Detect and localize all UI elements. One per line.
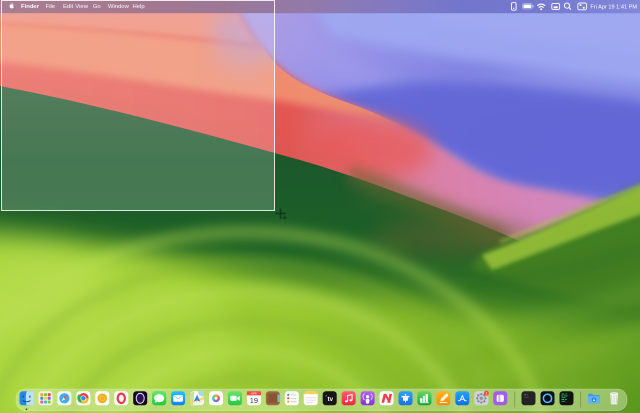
svg-text:tv: tv xyxy=(328,396,334,403)
svg-text:File: File xyxy=(46,4,56,10)
svg-text:Finder: Finder xyxy=(21,4,40,10)
svg-text:1: 1 xyxy=(485,392,487,396)
svg-text:Edit: Edit xyxy=(63,4,74,10)
svg-text:View: View xyxy=(75,4,88,10)
svg-text:19: 19 xyxy=(250,396,258,405)
svg-text:Go: Go xyxy=(93,4,102,10)
svg-text:Window: Window xyxy=(108,4,130,10)
svg-text:Fri Apr 19 1:41 PM: Fri Apr 19 1:41 PM xyxy=(590,5,637,11)
svg-text:Help: Help xyxy=(133,4,146,10)
